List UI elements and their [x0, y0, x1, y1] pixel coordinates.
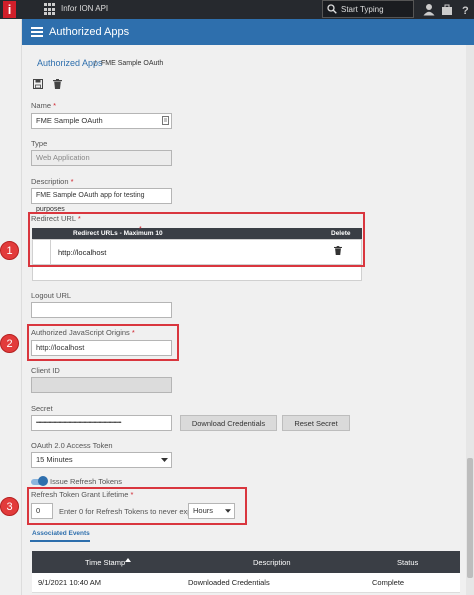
page-header: Authorized Apps	[22, 19, 474, 45]
client-id-label: Client ID	[31, 366, 60, 375]
oauth-label: OAuth 2.0 Access Token	[31, 441, 113, 450]
infor-logo[interactable]: i	[3, 1, 16, 18]
callout-badge-1: 1	[0, 241, 19, 260]
type-label: Type	[31, 139, 48, 148]
download-credentials-button[interactable]: Download Credentials	[180, 415, 277, 431]
user-icon[interactable]	[423, 3, 435, 16]
event-timestamp: 9/1/2021 10:40 AM	[38, 578, 101, 587]
name-label: Name *	[31, 101, 57, 110]
description-input[interactable]: FME Sample OAuth app for testing purpose…	[31, 188, 172, 213]
svg-text:?: ?	[462, 5, 469, 16]
tab-associated-events[interactable]: Associated Events	[32, 530, 90, 537]
oauth-selected-value: 15 Minutes	[36, 455, 73, 464]
col-status: Status	[397, 558, 419, 567]
toggle-label: Issue Refresh Tokens	[50, 477, 122, 486]
table-row[interactable]	[32, 265, 362, 281]
name-input[interactable]: FME Sample OAuth	[31, 113, 172, 129]
col-description: Description	[253, 558, 291, 567]
breadcrumb-parent-link[interactable]: Authorized Apps	[37, 58, 103, 69]
description-label: Description *	[31, 177, 74, 186]
field-menu-icon[interactable]	[162, 116, 169, 125]
secret-label: Secret	[31, 404, 53, 413]
name-value: FME Sample OAuth	[36, 116, 103, 125]
trash-icon[interactable]	[53, 79, 62, 89]
app-grid-icon[interactable]	[44, 3, 57, 16]
logout-label: Logout URL	[31, 291, 72, 300]
callout-box-1	[28, 212, 365, 267]
help-icon[interactable]: ?	[459, 3, 471, 16]
event-description: Downloaded Credentials	[188, 578, 270, 587]
scrollbar-thumb[interactable]	[467, 458, 473, 578]
col-timestamp[interactable]: Time Stamp	[85, 558, 125, 567]
app-name: Infor ION API	[61, 4, 109, 13]
client-id-field	[31, 377, 172, 393]
callout-box-2	[27, 324, 179, 361]
tab-underline	[30, 540, 90, 542]
menu-icon[interactable]	[31, 27, 43, 37]
secret-field: ••••••••••••••••••••••••••••••••••••••••…	[31, 415, 172, 431]
search-input[interactable]	[341, 3, 411, 16]
sort-ascending-icon[interactable]	[125, 558, 131, 562]
search-box[interactable]	[322, 0, 414, 18]
save-icon[interactable]	[33, 79, 43, 89]
header-title: Authorized Apps	[49, 26, 130, 38]
briefcase-icon[interactable]	[441, 3, 453, 16]
type-field: Web Application	[31, 150, 172, 166]
breadcrumb-separator: /	[94, 59, 97, 68]
callout-badge-2: 2	[0, 334, 19, 353]
refresh-toggle-knob[interactable]	[38, 476, 48, 486]
callout-box-3	[27, 487, 247, 525]
reset-secret-button[interactable]: Reset Secret	[282, 415, 350, 431]
search-icon	[327, 4, 337, 14]
callout-badge-3: 3	[0, 497, 19, 516]
event-status: Complete	[372, 578, 405, 587]
chevron-down-icon[interactable]	[161, 458, 168, 462]
oauth-select[interactable]: 15 Minutes	[31, 452, 172, 468]
breadcrumb-current: FME Sample OAuth	[101, 60, 164, 67]
logout-input[interactable]	[31, 302, 172, 318]
